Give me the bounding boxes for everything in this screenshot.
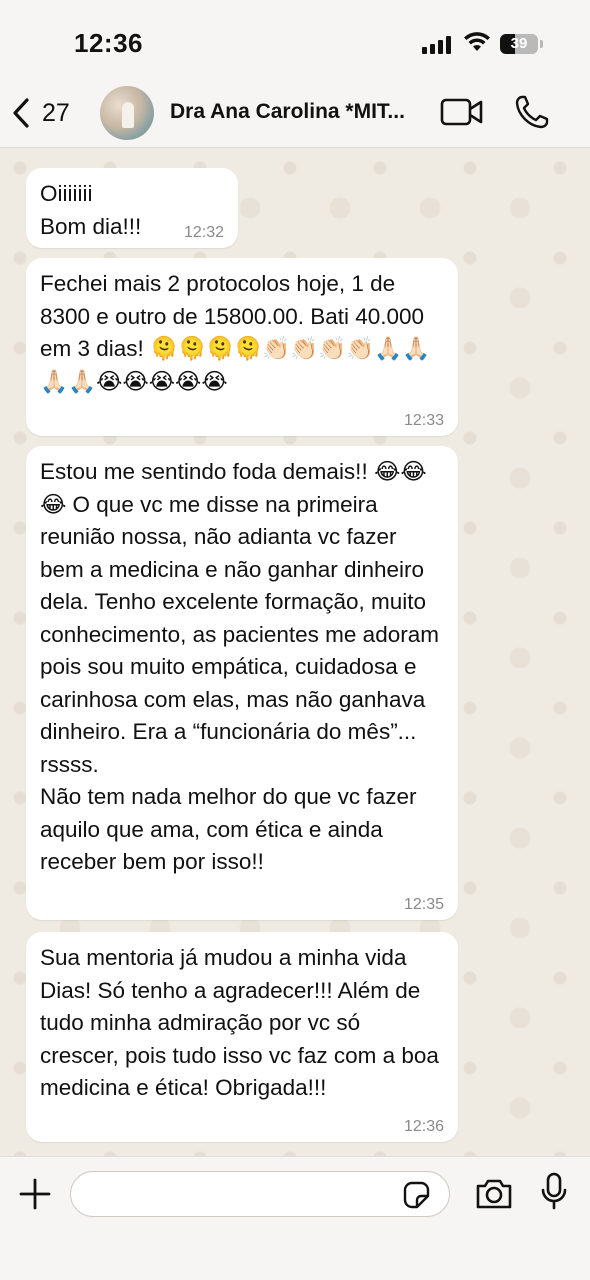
- video-call-icon[interactable]: [440, 96, 484, 128]
- signal-icon: [422, 36, 451, 54]
- plus-icon[interactable]: [18, 1177, 52, 1211]
- contact-name[interactable]: Dra Ana Carolina *MIT...: [170, 100, 420, 124]
- wifi-icon: [464, 32, 490, 51]
- unread-count: 27: [42, 98, 70, 127]
- message-time: 12:36: [403, 1118, 444, 1135]
- message-bubble[interactable]: Fechei mais 2 protocolos hoje, 1 de 8300…: [26, 258, 458, 436]
- sticker-icon[interactable]: [401, 1180, 431, 1210]
- message-text: Estou me sentindo foda demais!! 😂😂😂 O qu…: [40, 459, 439, 874]
- battery-nub: [540, 40, 543, 48]
- message-bubble[interactable]: Sua mentoria já mudou a minha vida Dias!…: [26, 932, 458, 1142]
- message-text: Fechei mais 2 protocolos hoje, 1 de 8300…: [40, 271, 431, 394]
- battery-level: 39: [510, 35, 528, 52]
- message-time: 12:35: [403, 896, 444, 913]
- status-bar: 12:36 39: [0, 0, 590, 82]
- message-input[interactable]: [70, 1171, 450, 1217]
- chat-area[interactable]: Oiiiiiii Bom dia!!! 12:32 Fechei mais 2 …: [0, 148, 590, 1156]
- phone-icon[interactable]: [514, 94, 550, 130]
- camera-icon[interactable]: [474, 1177, 514, 1211]
- message-time: 12:33: [403, 412, 444, 429]
- chat-header: 27 Dra Ana Carolina *MIT...: [0, 82, 590, 148]
- battery-icon: 39: [500, 34, 538, 54]
- message-text: Sua mentoria já mudou a minha vida Dias!…: [40, 945, 446, 1100]
- message-time: 12:32: [183, 224, 224, 241]
- microphone-icon[interactable]: [540, 1171, 568, 1211]
- message-bubble[interactable]: Oiiiiiii Bom dia!!! 12:32: [26, 168, 238, 248]
- message-bubble[interactable]: Estou me sentindo foda demais!! 😂😂😂 O qu…: [26, 446, 458, 920]
- status-time: 12:36: [74, 28, 143, 58]
- back-button[interactable]: 27: [10, 96, 70, 130]
- chevron-left-icon: [13, 98, 29, 128]
- input-bar: [0, 1156, 590, 1280]
- contact-avatar[interactable]: [100, 86, 154, 140]
